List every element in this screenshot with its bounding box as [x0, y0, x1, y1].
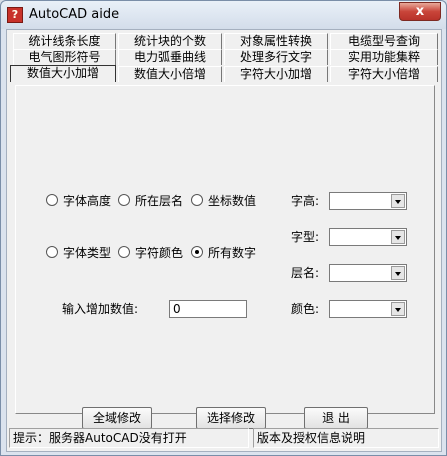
- style-label: 字型:: [291, 230, 320, 244]
- radio-indicator: [118, 194, 130, 206]
- radio-indicator: [46, 246, 58, 258]
- status-bar: 提示：服务器AutoCAD没有打开 版本及授权信息说明: [7, 426, 441, 451]
- radio-label: 所在层名: [135, 193, 184, 208]
- status-version-info[interactable]: 版本及授权信息说明: [253, 428, 439, 448]
- radio-indicator: [46, 194, 58, 206]
- title-bar[interactable]: ? AutoCAD aide x: [1, 1, 446, 29]
- chevron-down-icon[interactable]: [391, 194, 405, 208]
- chevron-down-icon[interactable]: [391, 230, 405, 244]
- radio-label: 字体类型: [63, 245, 112, 260]
- tab-attr-convert[interactable]: 对象属性转换: [224, 33, 328, 49]
- radio-all-numbers[interactable]: 所有数字: [191, 244, 256, 260]
- radio-coordinate[interactable]: 坐标数值: [191, 192, 256, 208]
- radio-label: 字体高度: [63, 193, 112, 208]
- tab-panel: 字体高度 所在层名 坐标数值 字体类型 字符颜色 所有数字 字高: 字型: 层名…: [15, 85, 435, 429]
- window-title: AutoCAD aide: [29, 7, 120, 22]
- status-hint: 提示：服务器AutoCAD没有打开: [9, 428, 249, 448]
- tab-char-add[interactable]: 字符大小加增: [224, 66, 328, 82]
- tab-strip: 统计线条长度 统计块的个数 对象属性转换 电缆型号查询 电气图形符号 电力弧垂曲…: [10, 33, 440, 85]
- app-window: ? AutoCAD aide x 统计线条长度 统计块的个数 对象属性转换 电缆…: [0, 0, 447, 456]
- tab-line-length[interactable]: 统计线条长度: [13, 33, 116, 49]
- style-combo[interactable]: [329, 228, 407, 246]
- tab-value-add[interactable]: 数值大小加增: [10, 65, 116, 82]
- tab-utilities[interactable]: 实用功能集粹: [330, 49, 438, 65]
- chevron-down-icon[interactable]: [391, 266, 405, 280]
- color-label: 颜色:: [291, 302, 320, 316]
- tab-sag-curve[interactable]: 电力弧垂曲线: [118, 49, 222, 65]
- layer-label: 层名:: [291, 266, 320, 280]
- radio-indicator: [191, 194, 203, 206]
- radio-indicator: [191, 246, 203, 258]
- tab-block-count[interactable]: 统计块的个数: [118, 33, 222, 49]
- radio-font-height[interactable]: 字体高度: [46, 192, 111, 208]
- tab-value-multiply[interactable]: 数值大小倍增: [118, 66, 222, 82]
- radio-layer-name[interactable]: 所在层名: [118, 192, 183, 208]
- height-combo[interactable]: [329, 192, 407, 210]
- radio-font-type[interactable]: 字体类型: [46, 244, 111, 260]
- radio-char-color[interactable]: 字符颜色: [118, 244, 183, 260]
- radio-label: 坐标数值: [208, 193, 257, 208]
- radio-indicator: [118, 246, 130, 258]
- increment-label: 输入增加数值:: [62, 302, 139, 316]
- radio-label: 所有数字: [208, 245, 257, 260]
- tab-cable-query[interactable]: 电缆型号查询: [330, 33, 438, 49]
- chevron-down-icon[interactable]: [391, 302, 405, 316]
- close-button[interactable]: x: [399, 2, 441, 21]
- color-combo[interactable]: [329, 300, 407, 318]
- app-icon: ?: [7, 7, 23, 23]
- tab-electric-symbols[interactable]: 电气图形符号: [13, 49, 116, 65]
- client-area: 统计线条长度 统计块的个数 对象属性转换 电缆型号查询 电气图形符号 电力弧垂曲…: [6, 29, 442, 452]
- layer-combo[interactable]: [329, 264, 407, 282]
- tab-mtext[interactable]: 处理多行文字: [224, 49, 328, 65]
- increment-input[interactable]: 0: [169, 300, 247, 318]
- height-label: 字高:: [291, 194, 320, 208]
- tab-char-multiply[interactable]: 字符大小倍增: [330, 66, 438, 82]
- radio-label: 字符颜色: [135, 245, 184, 260]
